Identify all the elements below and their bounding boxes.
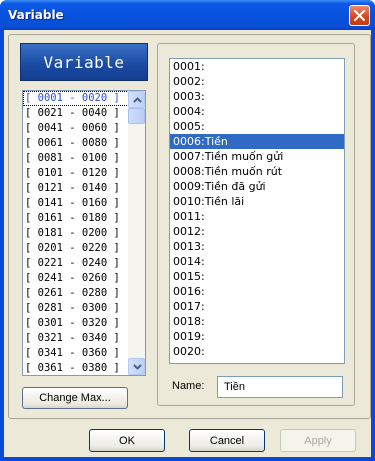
variable-list-item[interactable]: 0015: [170, 269, 344, 284]
header-title: Variable [43, 52, 125, 72]
variable-list-item[interactable]: 0017: [170, 299, 344, 314]
range-list-items: [ 0001 - 0020 ][ 0021 - 0040 ][ 0041 - 0… [23, 91, 129, 375]
scroll-up-button[interactable] [128, 91, 145, 108]
variable-list-item[interactable]: 0002: [170, 74, 344, 89]
range-list-item[interactable]: [ 0121 - 0140 ] [23, 181, 129, 196]
range-list-item[interactable]: [ 0001 - 0020 ] [23, 91, 129, 106]
title-bar[interactable]: Variable [0, 0, 375, 30]
variable-list-item[interactable]: 0008:Tiền muốn rút [170, 164, 344, 179]
ok-button[interactable]: OK [89, 429, 165, 452]
range-list-item[interactable]: [ 0281 - 0300 ] [23, 301, 129, 316]
name-label: Name: [172, 380, 205, 392]
range-list-item[interactable]: [ 0041 - 0060 ] [23, 121, 129, 136]
variable-list-item[interactable]: 0005: [170, 119, 344, 134]
close-icon [354, 10, 365, 21]
range-list-item[interactable]: [ 0341 - 0360 ] [23, 346, 129, 361]
range-list-item[interactable]: [ 0301 - 0320 ] [23, 316, 129, 331]
variable-list-item[interactable]: 0006:Tiền [170, 134, 344, 149]
variable-list-item[interactable]: 0010:Tiền lãi [170, 194, 344, 209]
range-list-item[interactable]: [ 0081 - 0100 ] [23, 151, 129, 166]
window-title: Variable [8, 8, 64, 22]
variable-list-item[interactable]: 0001: [170, 59, 344, 74]
chevron-up-icon [133, 97, 142, 103]
variable-list-item[interactable]: 0020: [170, 344, 344, 359]
variable-list-item[interactable]: 0011: [170, 209, 344, 224]
chevron-down-icon [133, 364, 142, 370]
variable-list-item[interactable]: 0013: [170, 239, 344, 254]
range-list-item[interactable]: [ 0181 - 0200 ] [23, 226, 129, 241]
range-list-item[interactable]: [ 0221 - 0240 ] [23, 256, 129, 271]
scroll-thumb[interactable] [128, 108, 145, 124]
variable-list-item[interactable]: 0018: [170, 314, 344, 329]
range-list-item[interactable]: [ 0061 - 0080 ] [23, 136, 129, 151]
cancel-button[interactable]: Cancel [189, 429, 265, 452]
range-list[interactable]: [ 0001 - 0020 ][ 0021 - 0040 ][ 0041 - 0… [22, 90, 146, 376]
range-list-item[interactable]: [ 0361 - 0380 ] [23, 361, 129, 375]
name-input[interactable]: Tiền [217, 376, 343, 398]
range-list-scrollbar[interactable] [128, 91, 145, 375]
variable-list-item[interactable]: 0019: [170, 329, 344, 344]
variable-list-item[interactable]: 0014: [170, 254, 344, 269]
range-list-item[interactable]: [ 0201 - 0220 ] [23, 241, 129, 256]
variable-dialog: Variable Variable [ 0001 - 0020 ][ 0021 … [0, 0, 375, 461]
range-list-item[interactable]: [ 0161 - 0180 ] [23, 211, 129, 226]
variable-list-item[interactable]: 0009:Tiền đã gửi [170, 179, 344, 194]
variable-header: Variable [20, 43, 148, 81]
scroll-down-button[interactable] [128, 358, 145, 375]
variable-list-item[interactable]: 0007:Tiền muốn gửi [170, 149, 344, 164]
range-list-item[interactable]: [ 0141 - 0160 ] [23, 196, 129, 211]
range-list-item[interactable]: [ 0261 - 0280 ] [23, 286, 129, 301]
variable-list-item[interactable]: 0003: [170, 89, 344, 104]
variable-list-item[interactable]: 0016: [170, 284, 344, 299]
range-list-item[interactable]: [ 0021 - 0040 ] [23, 106, 129, 121]
variable-list-item[interactable]: 0004: [170, 104, 344, 119]
close-button[interactable] [349, 5, 370, 26]
variable-list-item[interactable]: 0012: [170, 224, 344, 239]
variable-list[interactable]: 0001: 0002: 0003: 0004: 0005: 0006:Tiền 0007:T… [169, 58, 345, 364]
apply-button[interactable]: Apply [280, 429, 356, 452]
dialog-body: Variable [ 0001 - 0020 ][ 0021 - 0040 ][… [4, 30, 371, 457]
change-max-button[interactable]: Change Max... [22, 387, 128, 409]
range-list-item[interactable]: [ 0101 - 0120 ] [23, 166, 129, 181]
range-list-item[interactable]: [ 0321 - 0340 ] [23, 331, 129, 346]
range-list-item[interactable]: [ 0241 - 0260 ] [23, 271, 129, 286]
